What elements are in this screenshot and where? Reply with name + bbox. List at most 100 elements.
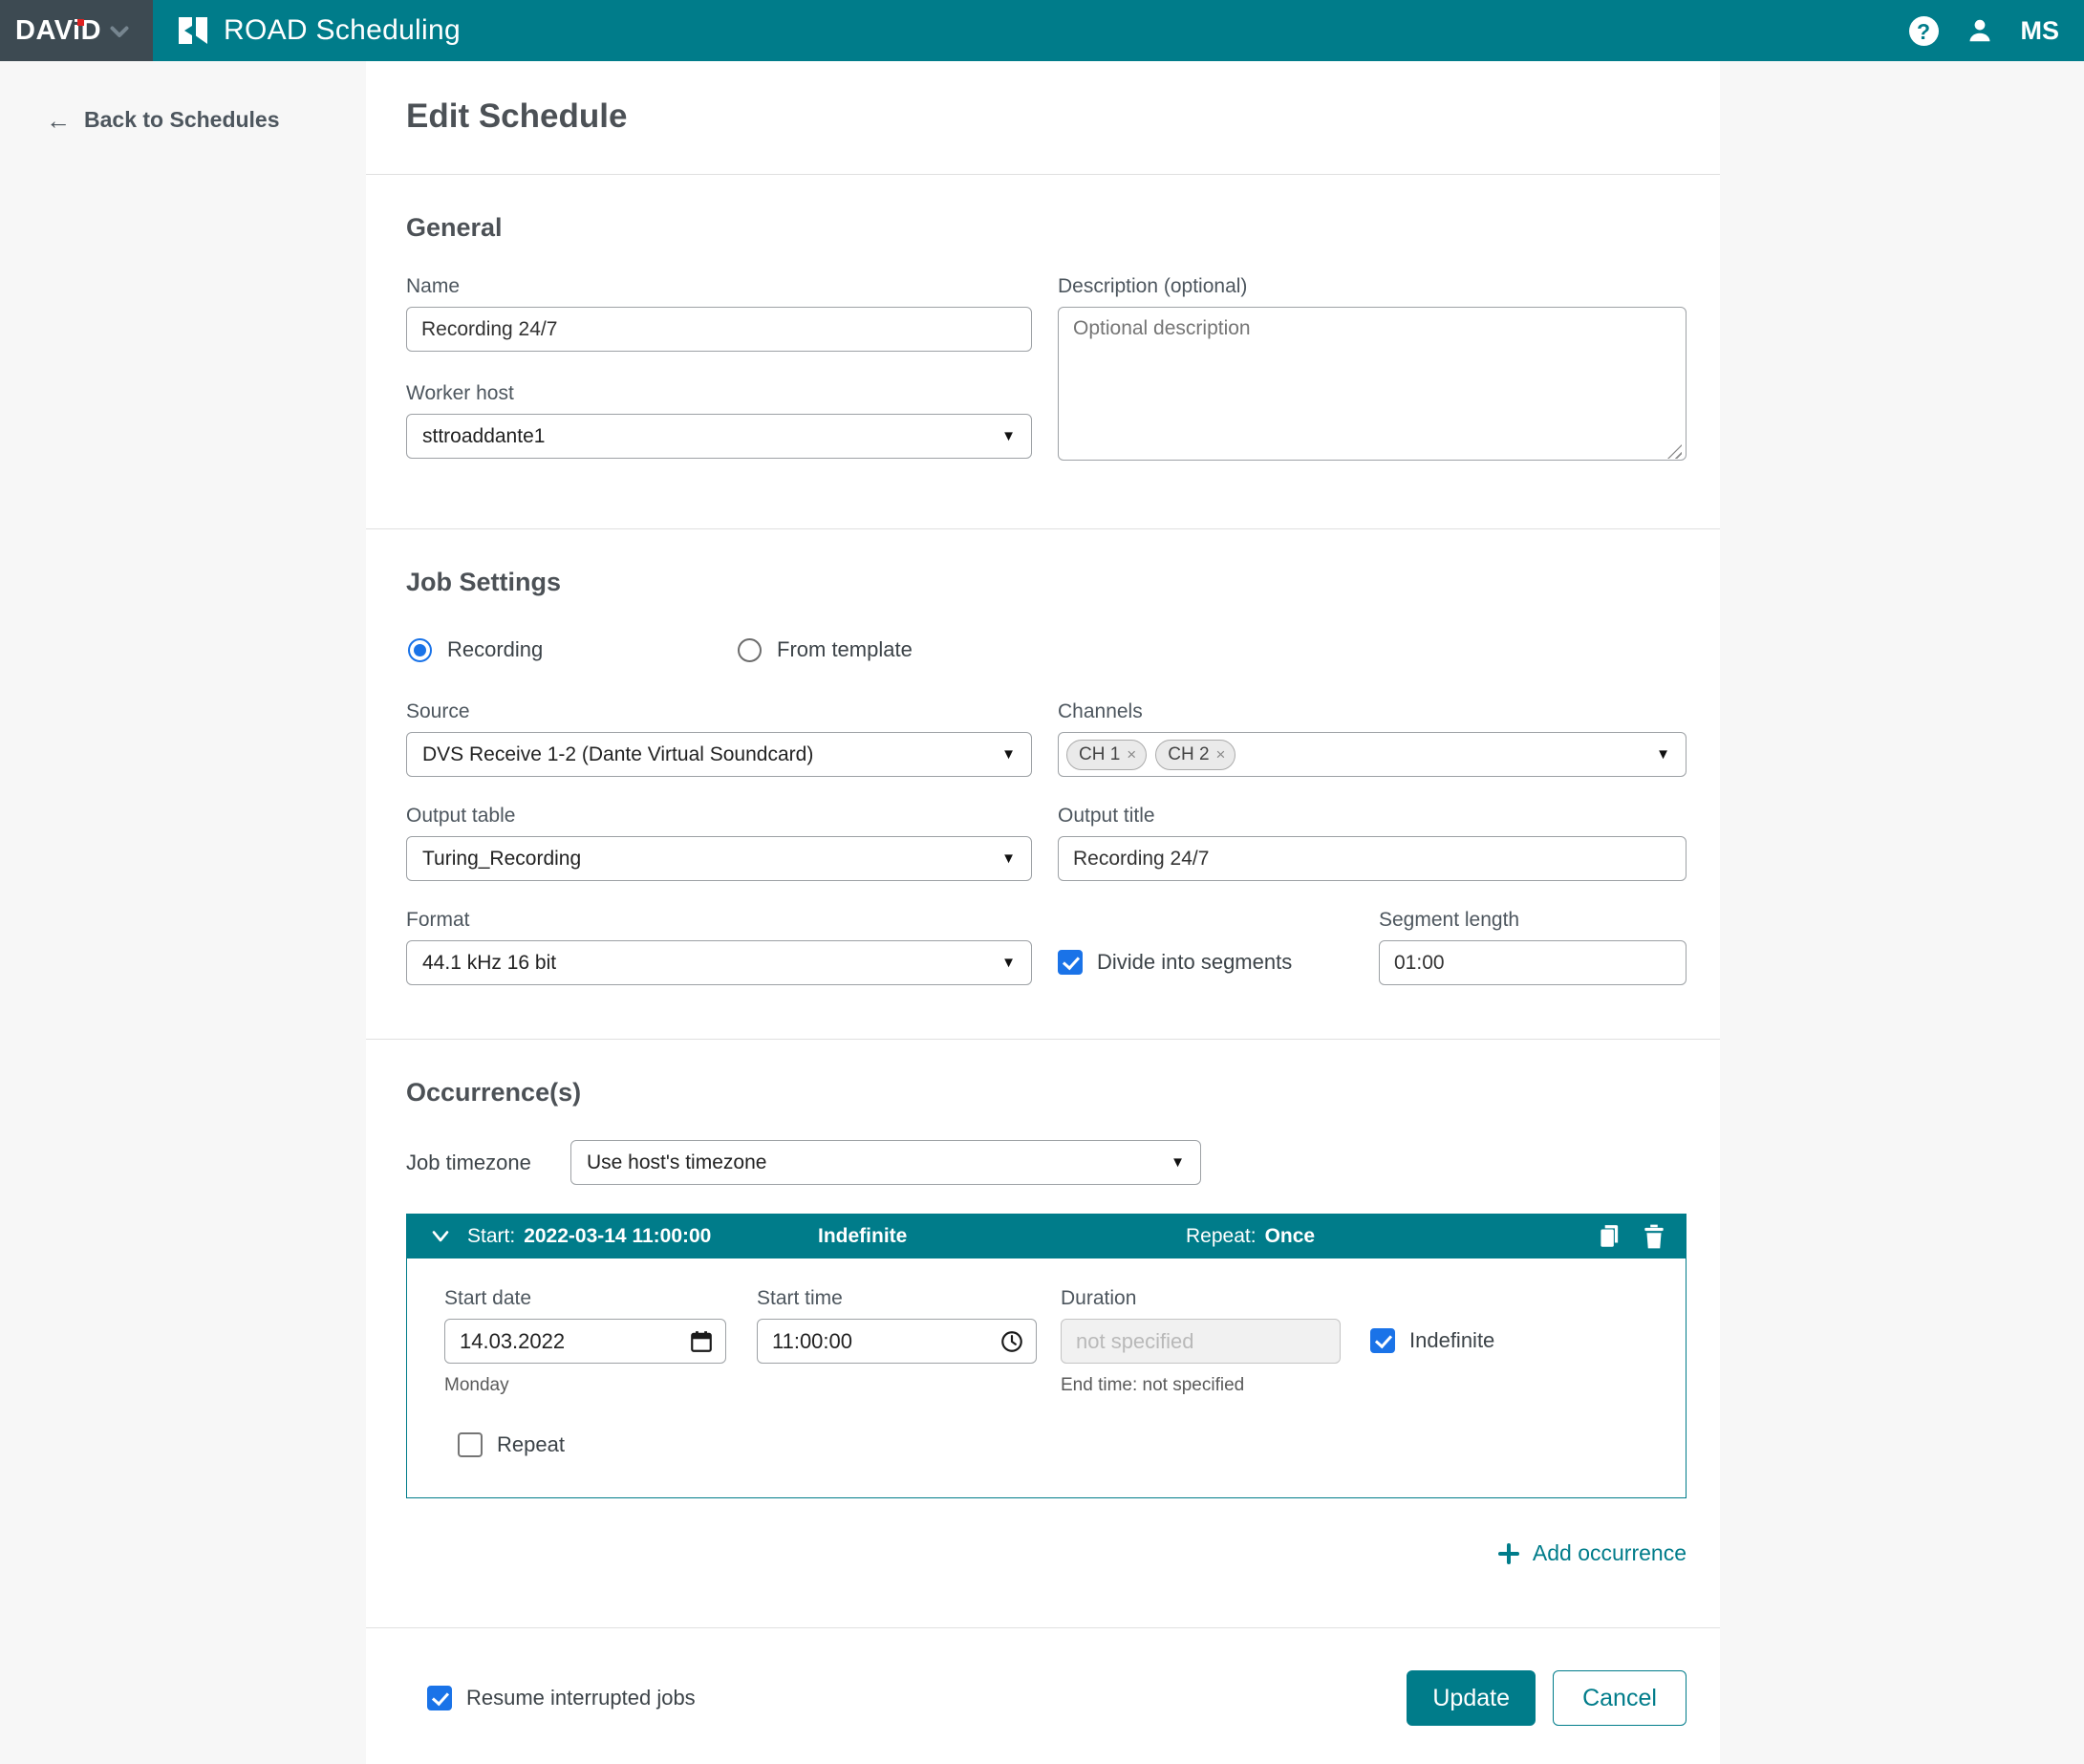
worker-host-label: Worker host xyxy=(406,382,1032,405)
name-input[interactable] xyxy=(406,307,1032,352)
chip-remove-icon[interactable]: × xyxy=(1127,746,1136,763)
occurrence-header[interactable]: Start:2022-03-14 11:00:00 Indefinite Rep… xyxy=(406,1214,1687,1258)
description-textarea[interactable] xyxy=(1058,307,1687,461)
resume-interrupted-checkbox[interactable] xyxy=(427,1686,452,1710)
radio-recording-label: Recording xyxy=(447,637,543,662)
cancel-button[interactable]: Cancel xyxy=(1553,1670,1687,1726)
repeat-group[interactable]: Repeat xyxy=(458,1432,1657,1457)
worker-host-value: sttroaddante1 xyxy=(422,425,545,448)
start-time-input[interactable] xyxy=(758,1320,999,1363)
resume-interrupted-group[interactable]: Resume interrupted jobs xyxy=(427,1686,696,1710)
start-time-field[interactable] xyxy=(757,1319,1037,1364)
radio-from-template-control[interactable] xyxy=(738,638,762,662)
general-section: General Name Worker host sttroaddante1 ▼… xyxy=(366,175,1720,529)
channel-chip-label: CH 1 xyxy=(1079,744,1120,765)
radio-from-template[interactable]: From template xyxy=(738,637,913,662)
top-bar-actions: ? MS xyxy=(1909,16,2084,46)
job-settings-section: Job Settings Recording From template Sou… xyxy=(366,529,1720,1040)
app-title: ROAD Scheduling xyxy=(224,14,461,47)
divide-into-segments-label: Divide into segments xyxy=(1097,950,1292,975)
radio-recording-control[interactable] xyxy=(408,638,432,662)
chevron-down-icon xyxy=(110,26,129,39)
indefinite-label: Indefinite xyxy=(1409,1328,1494,1353)
duplicate-icon[interactable] xyxy=(1597,1223,1622,1250)
output-title-label: Output title xyxy=(1058,805,1687,828)
start-date-input[interactable] xyxy=(445,1320,689,1363)
chevron-down-icon: ▼ xyxy=(1001,747,1016,762)
david-brand-menu[interactable]: DAViD xyxy=(0,0,153,61)
output-table-value: Turing_Recording xyxy=(422,848,581,871)
job-timezone-value: Use host's timezone xyxy=(587,1151,766,1174)
repeat-checkbox[interactable] xyxy=(458,1432,483,1457)
chevron-down-icon: ▼ xyxy=(1001,851,1016,866)
page-title-section: Edit Schedule xyxy=(366,61,1720,175)
page-title: Edit Schedule xyxy=(406,97,1687,136)
calendar-icon[interactable] xyxy=(689,1329,714,1354)
job-timezone-row: Job timezone Use host's timezone ▼ xyxy=(406,1140,1687,1185)
source-value: DVS Receive 1-2 (Dante Virtual Soundcard… xyxy=(422,743,813,766)
add-occurrence-label: Add occurrence xyxy=(1533,1540,1687,1566)
format-label: Format xyxy=(406,909,1032,932)
radio-recording[interactable]: Recording xyxy=(408,637,738,662)
occurrence-card: Start:2022-03-14 11:00:00 Indefinite Rep… xyxy=(406,1214,1687,1498)
delete-icon[interactable] xyxy=(1643,1223,1665,1250)
start-date-weekday: Monday xyxy=(444,1375,757,1396)
occurrence-repeat-summary: Repeat:Once xyxy=(1186,1225,1597,1248)
job-timezone-select[interactable]: Use host's timezone ▼ xyxy=(570,1140,1201,1185)
job-type-radio-row: Recording From template xyxy=(408,637,1687,662)
channel-chip: CH 2 × xyxy=(1155,740,1235,770)
divide-into-segments-checkbox[interactable] xyxy=(1058,950,1083,975)
duration-field xyxy=(1061,1319,1341,1364)
output-title-input[interactable] xyxy=(1058,836,1687,881)
chip-remove-icon[interactable]: × xyxy=(1216,746,1226,763)
occurrence-body: Start date xyxy=(406,1258,1687,1498)
indefinite-checkbox[interactable] xyxy=(1370,1328,1395,1353)
back-arrow-icon: ← xyxy=(46,108,71,133)
segment-length-label: Segment length xyxy=(1379,909,1687,932)
back-to-schedules-link[interactable]: ← Back to Schedules xyxy=(46,107,366,133)
plus-icon xyxy=(1498,1543,1519,1564)
chevron-down-icon[interactable] xyxy=(431,1230,450,1243)
format-select[interactable]: 44.1 kHz 16 bit ▼ xyxy=(406,940,1032,985)
update-button[interactable]: Update xyxy=(1407,1670,1536,1726)
resume-interrupted-label: Resume interrupted jobs xyxy=(466,1686,696,1710)
user-initials[interactable]: MS xyxy=(2021,16,2060,46)
edit-schedule-panel: Edit Schedule General Name Worker host s… xyxy=(366,61,1720,1764)
occurrences-heading: Occurrence(s) xyxy=(406,1078,1687,1108)
job-settings-heading: Job Settings xyxy=(406,568,1687,597)
divide-into-segments-group[interactable]: Divide into segments xyxy=(1058,950,1379,985)
chevron-down-icon: ▼ xyxy=(1001,429,1016,443)
name-label: Name xyxy=(406,275,1032,298)
back-link-label: Back to Schedules xyxy=(84,107,280,133)
indefinite-group[interactable]: Indefinite xyxy=(1370,1328,1494,1353)
source-label: Source xyxy=(406,700,1032,723)
david-logo: DAViD xyxy=(15,0,101,61)
brand-red-dot xyxy=(77,19,84,26)
radio-from-template-label: From template xyxy=(777,637,913,662)
channels-multiselect[interactable]: CH 1 × CH 2 × ▼ xyxy=(1058,732,1687,777)
repeat-label: Repeat xyxy=(497,1432,565,1457)
description-label: Description (optional) xyxy=(1058,275,1687,298)
duration-input xyxy=(1062,1320,1328,1363)
start-date-label: Start date xyxy=(444,1287,726,1310)
chevron-down-icon: ▼ xyxy=(1656,747,1670,762)
top-bar: DAViD ROAD Scheduling ? MS xyxy=(0,0,2084,61)
start-time-label: Start time xyxy=(757,1287,1037,1310)
general-heading: General xyxy=(406,213,1687,243)
add-occurrence-link[interactable]: Add occurrence xyxy=(1498,1540,1687,1566)
chevron-down-icon: ▼ xyxy=(1171,1155,1185,1170)
occurrence-start-summary: Start:2022-03-14 11:00:00 xyxy=(467,1225,818,1248)
occurrence-indefinite-summary: Indefinite xyxy=(818,1225,1186,1248)
clock-icon[interactable] xyxy=(999,1329,1024,1354)
help-icon[interactable]: ? xyxy=(1909,16,1939,46)
sidebar: ← Back to Schedules xyxy=(0,61,366,1718)
chevron-down-icon: ▼ xyxy=(1001,956,1016,970)
output-table-select[interactable]: Turing_Recording ▼ xyxy=(406,836,1032,881)
segment-length-input[interactable] xyxy=(1379,940,1687,985)
user-icon[interactable] xyxy=(1966,16,1994,45)
start-date-field[interactable] xyxy=(444,1319,726,1364)
source-select[interactable]: DVS Receive 1-2 (Dante Virtual Soundcard… xyxy=(406,732,1032,777)
channels-label: Channels xyxy=(1058,700,1687,723)
worker-host-select[interactable]: sttroaddante1 ▼ xyxy=(406,414,1032,459)
app-logo-icon xyxy=(176,13,210,48)
